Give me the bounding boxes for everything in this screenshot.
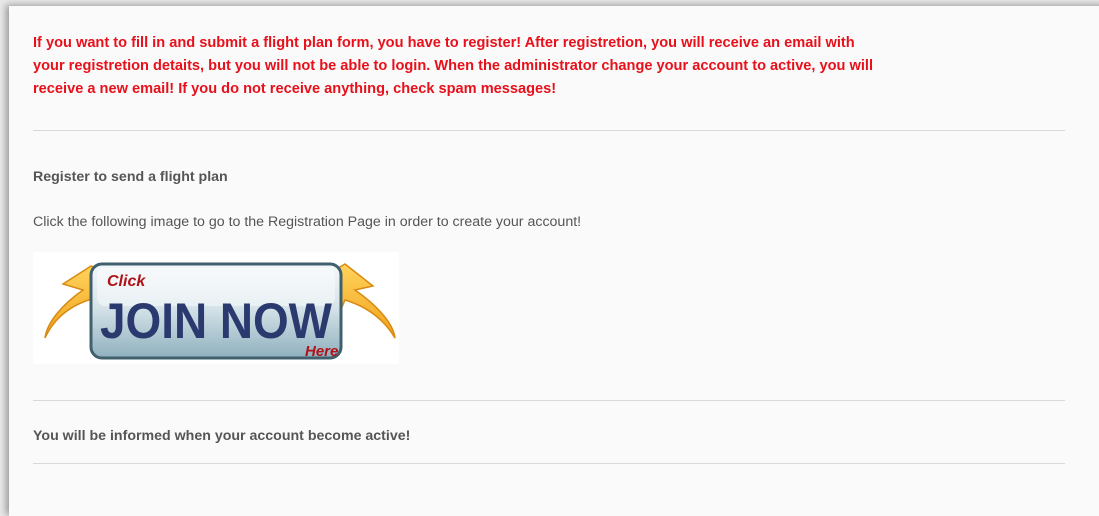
divider-bottom [33,463,1065,464]
register-heading: Register to send a flight plan [33,169,228,185]
join-click-text: Click [107,273,146,290]
divider-middle [33,400,1065,401]
registration-notice: If you want to fill in and submit a flig… [33,32,1073,101]
join-now-button[interactable]: Click JOIN NOW Here [33,252,399,364]
notice-line-2: your registretion detaits, but you will … [33,58,874,74]
content-panel: If you want to fill in and submit a flig… [9,6,1099,516]
join-now-image: Click JOIN NOW Here [44,262,396,360]
register-instruction: Click the following image to go to the R… [33,214,582,230]
notice-line-1: If you want to fill in and submit a flig… [33,35,855,51]
join-here-text: Here [305,343,338,360]
join-main-text: JOIN NOW [100,293,333,349]
divider-top [33,130,1065,131]
notice-line-3: receive a new email! If you do not recei… [33,81,557,97]
activation-message: You will be informed when your account b… [33,428,411,444]
